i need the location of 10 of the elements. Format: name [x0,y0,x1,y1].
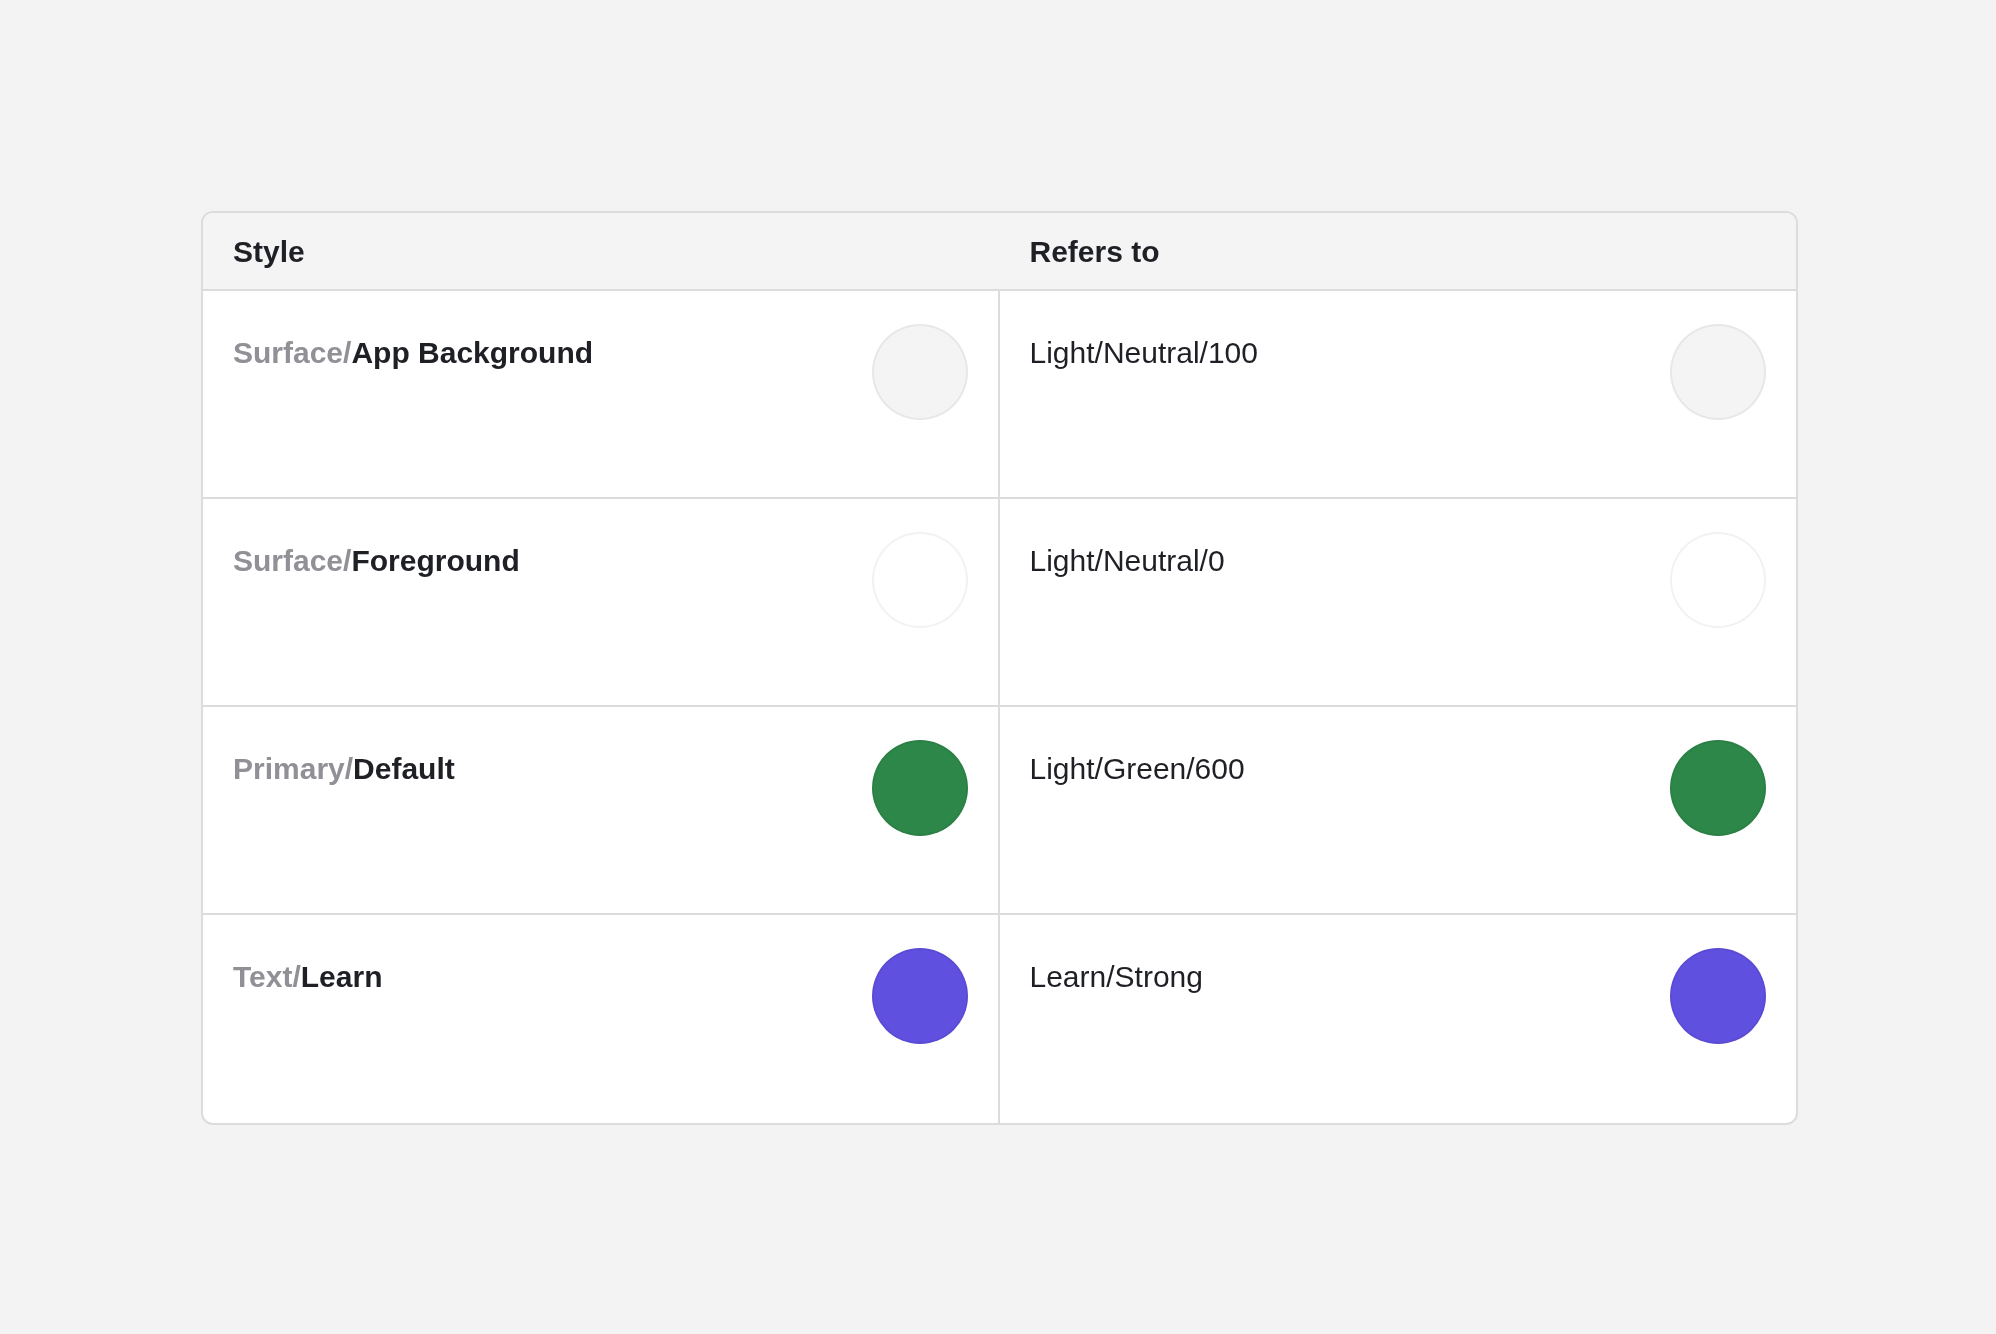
reference-name: Learn/Strong [1029,959,1203,995]
style-name: Primary/Default [233,751,455,787]
style-name: Surface/App Background [233,335,594,371]
column-header: Refers to [1029,233,1160,270]
reference-name: Light/Neutral/0 [1029,543,1225,579]
style-name: Text/Learn [233,959,383,995]
column-header: Style [233,233,305,270]
reference-name: Light/Green/600 [1029,751,1245,787]
style-name: Surface/Foreground [233,543,520,579]
reference-name: Light/Neutral/100 [1029,335,1258,371]
